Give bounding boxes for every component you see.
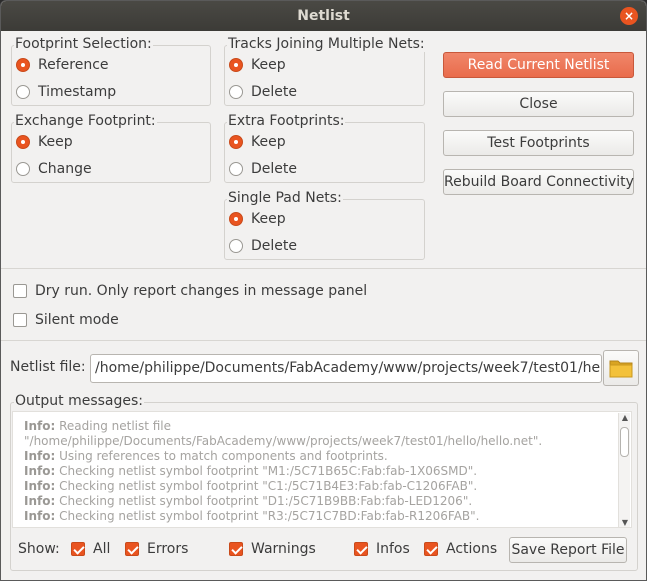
message-text: "/home/philippe/Documents/FabAcademy/www…: [24, 434, 543, 448]
checkbox-box: [13, 313, 27, 327]
netlist-file-input[interactable]: /home/philippe/Documents/FabAcademy/www/…: [90, 354, 602, 383]
radio-label: Keep: [251, 134, 286, 150]
radio-indicator: [16, 58, 30, 72]
checkbox-label: Errors: [147, 541, 189, 557]
window-close-button[interactable]: ×: [620, 7, 638, 25]
radio-label: Change: [38, 161, 92, 177]
browse-folder-button[interactable]: [603, 350, 639, 386]
checkbox-box: [354, 542, 368, 556]
test-footprints-button[interactable]: Test Footprints: [443, 130, 634, 156]
separator: [1, 340, 646, 341]
message-tag: Info:: [24, 494, 56, 508]
radio-indicator: [229, 162, 243, 176]
radio-label: Keep: [251, 57, 286, 73]
footprint-selection-label: Footprint Selection:: [14, 36, 153, 52]
single-pad-nets-label: Single Pad Nets:: [227, 190, 343, 206]
netlist-file-label: Netlist file:: [10, 359, 86, 375]
radio-label: Delete: [251, 161, 297, 177]
radio-reference[interactable]: Reference: [16, 57, 109, 73]
dry-run-checkbox[interactable]: Dry run. Only report changes in message …: [13, 283, 367, 299]
rebuild-board-connectivity-button[interactable]: Rebuild Board Connectivity: [443, 169, 634, 195]
message-text: Using references to match components and…: [55, 449, 388, 463]
message-line: "/home/philippe/Documents/FabAcademy/www…: [24, 434, 616, 449]
window-title: Netlist: [297, 8, 350, 24]
checkbox-box: [229, 542, 243, 556]
radio-indicator: [16, 135, 30, 149]
radio-label: Timestamp: [38, 84, 117, 100]
filter-all-checkbox[interactable]: All: [71, 541, 110, 557]
checkbox-label: Silent mode: [35, 312, 119, 328]
folder-icon: [609, 360, 633, 378]
message-tag: Info:: [24, 419, 56, 433]
filter-errors-checkbox[interactable]: Errors: [125, 541, 188, 557]
radio-indicator: [229, 212, 243, 226]
message-tag: Info:: [24, 479, 56, 493]
message-line: Info: Checking netlist symbol footprint …: [24, 464, 616, 479]
radio-indicator: [229, 239, 243, 253]
radio-timestamp[interactable]: Timestamp: [16, 84, 116, 100]
message-text: Checking netlist symbol footprint "C1:/5…: [55, 479, 478, 493]
message-tag: Info:: [24, 509, 56, 523]
message-tag: Info:: [24, 449, 56, 463]
scroll-down-arrow-icon[interactable]: ▼: [619, 518, 631, 527]
message-list: Info: Reading netlist file "/home/philip…: [24, 419, 616, 524]
checkbox-label: Dry run. Only report changes in message …: [35, 283, 368, 299]
filter-infos-checkbox[interactable]: Infos: [354, 541, 410, 557]
radio-extra-keep[interactable]: Keep: [229, 134, 286, 150]
radio-label: Delete: [251, 84, 297, 100]
save-report-file-button[interactable]: Save Report File: [509, 537, 627, 563]
radio-tracks-delete[interactable]: Delete: [229, 84, 297, 100]
netlist-dialog: Netlist × Footprint Selection: Reference…: [0, 0, 647, 581]
radio-tracks-keep[interactable]: Keep: [229, 57, 286, 73]
message-text: Checking netlist symbol footprint "R3:/5…: [55, 509, 480, 523]
message-line: Info: Checking netlist symbol footprint …: [24, 509, 616, 524]
radio-indicator: [16, 162, 30, 176]
message-line: Info: Checking netlist symbol footprint …: [24, 494, 616, 509]
radio-single-pad-keep[interactable]: Keep: [229, 211, 286, 227]
filter-warnings-checkbox[interactable]: Warnings: [229, 541, 316, 557]
message-line: Info: Using references to match componen…: [24, 449, 616, 464]
checkbox-box: [424, 542, 438, 556]
scroll-thumb[interactable]: [620, 427, 629, 457]
checkbox-label: Actions: [446, 541, 498, 557]
radio-exchange-change[interactable]: Change: [16, 161, 92, 177]
extra-footprints-label: Extra Footprints:: [227, 113, 346, 129]
show-label: Show:: [18, 541, 60, 557]
tracks-joining-label: Tracks Joining Multiple Nets:: [227, 36, 426, 52]
radio-indicator: [229, 58, 243, 72]
output-scrollbar[interactable]: ▲ ▼: [618, 413, 631, 527]
radio-exchange-keep[interactable]: Keep: [16, 134, 73, 150]
output-messages-panel[interactable]: Info: Reading netlist file "/home/philip…: [12, 411, 632, 528]
checkbox-box: [13, 284, 27, 298]
output-messages-label: Output messages:: [14, 393, 145, 409]
read-current-netlist-button[interactable]: Read Current Netlist: [443, 52, 634, 78]
checkbox-label: All: [93, 541, 111, 557]
radio-label: Keep: [38, 134, 73, 150]
checkbox-label: Warnings: [251, 541, 316, 557]
message-line: Info: Reading netlist file: [24, 419, 616, 434]
radio-label: Keep: [251, 211, 286, 227]
message-line: Info: Checking netlist symbol footprint …: [24, 479, 616, 494]
message-tag: Info:: [24, 464, 56, 478]
message-text: Checking netlist symbol footprint "M1:/5…: [55, 464, 478, 478]
checkbox-box: [125, 542, 139, 556]
checkbox-box: [71, 542, 85, 556]
filter-actions-checkbox[interactable]: Actions: [424, 541, 497, 557]
scroll-up-arrow-icon[interactable]: ▲: [619, 413, 631, 423]
message-text: Checking netlist symbol footprint "D1:/5…: [55, 494, 473, 508]
radio-label: Delete: [251, 238, 297, 254]
radio-indicator: [229, 85, 243, 99]
radio-indicator: [16, 85, 30, 99]
message-text: Reading netlist file: [55, 419, 172, 433]
exchange-footprint-label: Exchange Footprint:: [14, 113, 157, 129]
close-button[interactable]: Close: [443, 91, 634, 117]
title-bar: Netlist ×: [1, 1, 646, 31]
checkbox-label: Infos: [376, 541, 410, 557]
radio-single-pad-delete[interactable]: Delete: [229, 238, 297, 254]
radio-extra-delete[interactable]: Delete: [229, 161, 297, 177]
radio-indicator: [229, 135, 243, 149]
separator: [1, 268, 646, 269]
silent-mode-checkbox[interactable]: Silent mode: [13, 312, 119, 328]
radio-label: Reference: [38, 57, 109, 73]
